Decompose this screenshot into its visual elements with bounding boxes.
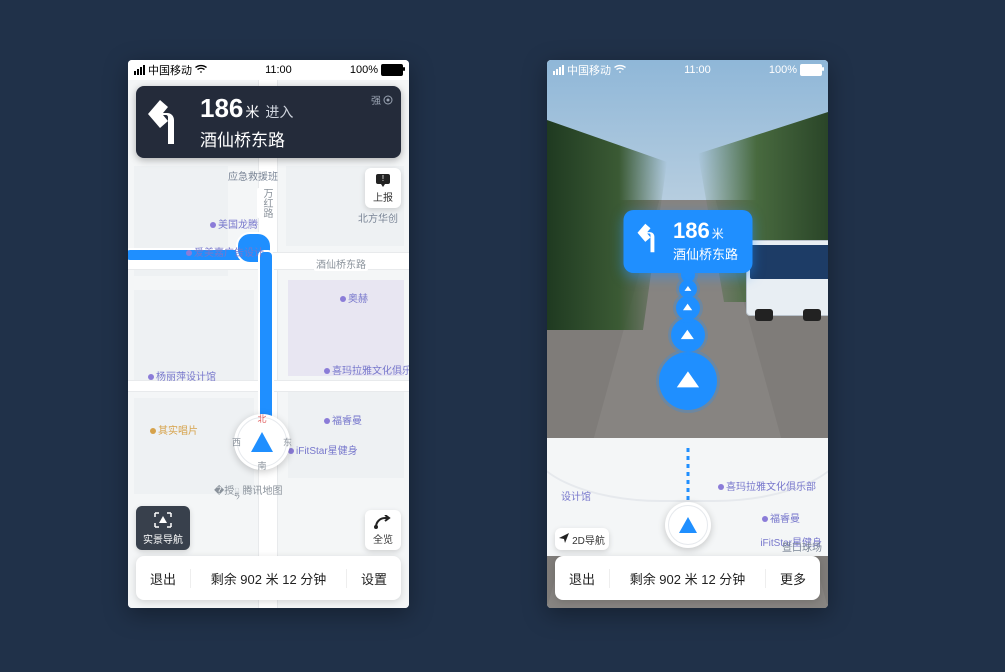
phone-map-nav: 中国移动 11:00 100% 万	[128, 60, 409, 608]
bottom-bar: 退出 剩余 902 米 12 分钟 设置	[136, 556, 401, 600]
phone-ar-nav: 186米 酒仙桥东路 中国移动 11:00 100% 设计馆	[547, 60, 828, 608]
ar-nav-button[interactable]: 实景导航	[136, 506, 190, 550]
poi-label: 喜玛拉雅文化俱乐部	[324, 362, 409, 377]
carrier-label: 中国移动	[567, 62, 611, 78]
signal-icon	[553, 65, 564, 75]
ar-chevron-icon	[679, 280, 697, 298]
battery-label: 100%	[350, 64, 378, 76]
map-brand: �授ྷ 腾讯地图	[214, 480, 283, 508]
carrier-label: 中国移动	[148, 62, 192, 78]
ar-chevron-icon	[659, 352, 717, 410]
bottom-bar: 退出 剩余 902 米 12 分钟 更多	[555, 556, 820, 600]
clock: 11:00	[684, 64, 711, 76]
ar-chevron-icon	[676, 296, 700, 320]
road-label: 酒仙桥东路	[314, 256, 368, 271]
poi-label: 杨丽萍设计馆	[148, 368, 216, 383]
poi-label: iFitStar星健身	[288, 442, 358, 457]
status-bar: 中国移动 11:00 100%	[128, 60, 409, 80]
wifi-icon	[195, 64, 207, 77]
report-icon: !	[375, 173, 391, 189]
poi-label: 喜玛拉雅文化俱乐部	[718, 478, 816, 493]
battery-icon	[381, 64, 403, 76]
2d-nav-button[interactable]: 2D导航	[555, 528, 609, 550]
minimap[interactable]: 设计馆 喜玛拉雅文化俱乐部 福睿曼 iFitStar星健身 暨口球场 2D导航	[547, 438, 828, 556]
battery-label: 100%	[769, 64, 797, 76]
exit-button[interactable]: 退出	[136, 569, 190, 588]
status-bar: 中国移动 11:00 100%	[547, 60, 828, 80]
turn-left-icon	[146, 100, 190, 144]
location-arrow-icon	[559, 533, 569, 546]
turn-left-icon	[637, 223, 663, 258]
poi-label: 暨口球场	[782, 539, 822, 554]
ar-icon	[153, 511, 173, 531]
gps-signal-icon: 强	[371, 92, 393, 107]
more-button[interactable]: 更多	[766, 569, 820, 588]
remaining-label: 剩余 902 米 12 分钟	[190, 569, 347, 588]
ar-instruction-bubble[interactable]: 186米 酒仙桥东路	[623, 210, 752, 273]
signal-icon	[134, 65, 145, 75]
stage: 中国移动 11:00 100% 万	[0, 0, 1005, 672]
road-label: 万红路	[257, 188, 276, 218]
remaining-label: 剩余 902 米 12 分钟	[609, 569, 766, 588]
battery-icon	[800, 64, 822, 76]
poi-label: 设计馆	[561, 488, 591, 503]
route-trail	[686, 448, 689, 502]
poi-label: 北方华创	[358, 210, 398, 225]
clock: 11:00	[265, 64, 292, 76]
poi-label: 美国龙腾	[210, 216, 258, 231]
exit-button[interactable]: 退出	[555, 569, 609, 588]
ar-nav-text: 186米 酒仙桥东路	[673, 218, 738, 263]
wifi-icon	[614, 64, 626, 77]
overview-button[interactable]: 全览	[365, 510, 401, 550]
poi-label: 福睿曼	[762, 510, 800, 525]
poi-label: 应急救援班	[228, 168, 278, 183]
ar-chevron-icon	[671, 318, 705, 352]
cursor-icon	[679, 517, 697, 533]
report-button[interactable]: ! 上报	[365, 168, 401, 208]
nav-text: 186米进入 酒仙桥东路	[200, 93, 293, 151]
poi-label: 奥赫	[340, 290, 368, 305]
poi-label: 爱美嘉广告设计	[186, 244, 264, 259]
overview-icon	[374, 515, 392, 531]
nav-instruction-card[interactable]: 强 186米进入 酒仙桥东路	[136, 86, 401, 158]
compass[interactable]	[665, 502, 711, 548]
cursor-icon	[251, 432, 273, 452]
compass[interactable]: 北 南 东 西	[234, 414, 290, 470]
poi-label: 其实唱片	[150, 422, 198, 437]
poi-label: 福睿曼	[324, 412, 362, 427]
settings-button[interactable]: 设置	[347, 569, 401, 588]
svg-text:!: !	[382, 174, 384, 183]
vehicle-bus	[746, 240, 828, 316]
